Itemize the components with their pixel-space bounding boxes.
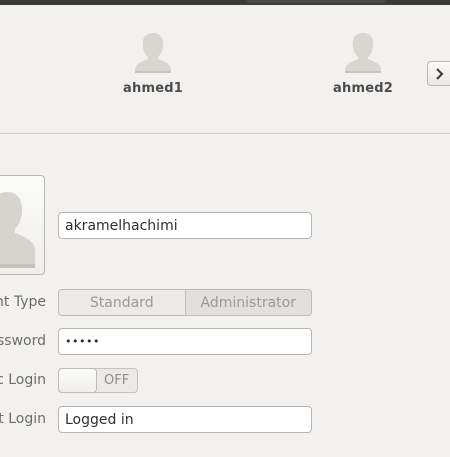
section-divider <box>0 133 450 134</box>
account-type-selector: Standard Administrator <box>58 289 312 316</box>
account-type-standard-button[interactable]: Standard <box>59 290 185 315</box>
last-login-field[interactable]: Logged in <box>58 406 312 433</box>
user-name: ahmed1 <box>123 81 183 96</box>
user-avatar-icon <box>0 192 35 268</box>
password-label: ssword <box>0 333 46 349</box>
password-value: ••••• <box>65 335 100 348</box>
user-avatar-icon <box>345 33 381 73</box>
user-tile-ahmed2[interactable]: ahmed2 <box>308 31 418 96</box>
automatic-login-switch[interactable]: OFF <box>58 368 138 393</box>
full-name-field[interactable]: akramelhachimi <box>58 212 312 239</box>
account-avatar-button[interactable] <box>0 175 45 275</box>
account-type-label: nt Type <box>0 294 46 310</box>
chevron-right-icon <box>436 67 444 80</box>
switch-state-text: OFF <box>104 373 130 388</box>
user-avatar-icon <box>135 33 171 73</box>
last-login-value: Logged in <box>65 411 134 428</box>
full-name-value: akramelhachimi <box>65 217 178 234</box>
account-type-administrator-button[interactable]: Administrator <box>184 290 311 315</box>
user-tile-ahmed1[interactable]: ahmed1 <box>98 31 208 96</box>
last-login-label: t Login <box>0 411 46 427</box>
next-users-button[interactable] <box>427 61 450 86</box>
automatic-login-label: c Login <box>0 372 46 388</box>
top-tab-strip <box>246 0 386 3</box>
user-name: ahmed2 <box>333 81 393 96</box>
user-list-strip: ahmed1 ahmed2 <box>0 5 450 133</box>
switch-knob <box>58 368 97 393</box>
password-field[interactable]: ••••• <box>58 328 312 355</box>
